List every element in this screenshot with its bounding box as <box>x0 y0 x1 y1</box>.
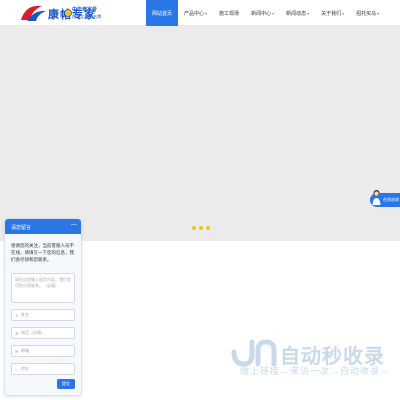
chevron-down-icon: ▾ <box>342 10 345 16</box>
nav-label: 网站首页 <box>152 10 173 17</box>
chevron-down-icon: ▾ <box>205 10 208 16</box>
panel-header: 请您留言 — <box>5 219 81 234</box>
nav-label: 招托买马 <box>356 10 377 17</box>
field-placeholder: 电话（必填） <box>21 330 45 335</box>
message-textarea[interactable]: 请在这里输入留言内容，我们会尽快与您联系。（必填） <box>11 273 75 303</box>
watermark-subtitle: 做上链接→来访一次→自动收录→ <box>240 366 391 376</box>
carousel-indicators <box>192 226 210 230</box>
main-nav: 网站首页 产品中心 ▾ 施工现场 新闻中心 ▾ 新闻动态 ▾ 关于我们 ▾ 招托买马 ▾ <box>146 0 385 26</box>
nav-item-recruit[interactable]: 招托买马 ▾ <box>350 0 385 26</box>
address-field[interactable]: ⌂ 地址 <box>11 363 75 375</box>
slogan-line2: 南北北 湖北名牌 <box>72 14 102 19</box>
chevron-down-icon: ▾ <box>272 10 275 16</box>
panel-description: 感谢您的关注，当前客服人员不在线，请填写一下您的信息，我们会尽快和您联系。 <box>11 243 74 262</box>
field-placeholder: 姓名 <box>21 312 29 317</box>
nav-item-home[interactable]: 网站首页 <box>146 0 179 26</box>
nav-item-construction[interactable]: 施工现场 <box>213 0 245 26</box>
nav-item-news[interactable]: 新闻动态 ▾ <box>280 0 315 26</box>
online-consult-button[interactable]: 在线咨询 <box>370 190 400 207</box>
field-placeholder: 邮箱 <box>21 348 29 353</box>
nav-label: 施工现场 <box>219 10 240 17</box>
chevron-down-icon: ▾ <box>377 10 380 16</box>
email-field[interactable]: ✉ 邮箱 <box>11 345 75 357</box>
chevron-down-icon: ▾ <box>307 10 310 16</box>
nav-item-about[interactable]: 关于我们 ▾ <box>315 0 350 26</box>
panel-title: 请您留言 <box>11 225 32 231</box>
carousel-dot[interactable] <box>206 226 210 230</box>
carousel-dot[interactable] <box>192 226 196 230</box>
service-agent-icon <box>372 190 381 205</box>
nav-label: 关于我们 <box>321 10 342 17</box>
field-placeholder: 地址 <box>21 366 29 371</box>
nav-item-products[interactable]: 产品中心 ▾ <box>178 0 213 26</box>
minimize-icon[interactable]: — <box>71 222 77 228</box>
nav-label: 新闻中心 <box>251 10 272 17</box>
nav-label: 新闻动态 <box>286 10 307 17</box>
carousel-dot[interactable] <box>199 226 203 230</box>
hero-banner <box>0 26 400 241</box>
brand-logo-icon[interactable] <box>18 2 48 24</box>
name-field[interactable]: ♙ 姓名 <box>11 309 75 321</box>
consult-label: 在线咨询 <box>383 197 399 202</box>
slogan-line1: 中华老字号 <box>72 7 98 13</box>
phone-field[interactable]: ✆ 电话（必填） <box>11 327 75 339</box>
nav-label: 产品中心 <box>184 10 205 17</box>
site-header: 康帕专家 中华老字号 南北北 湖北名牌 网站首页 产品中心 ▾ 施工现场 新闻中心… <box>0 0 400 26</box>
submit-button[interactable]: 提交 <box>57 379 75 389</box>
nav-item-news-center[interactable]: 新闻中心 ▾ <box>245 0 280 26</box>
message-panel: 请您留言 — 感谢您的关注，当前客服人员不在线，请填写一下您的信息，我们会尽快和… <box>4 218 82 396</box>
